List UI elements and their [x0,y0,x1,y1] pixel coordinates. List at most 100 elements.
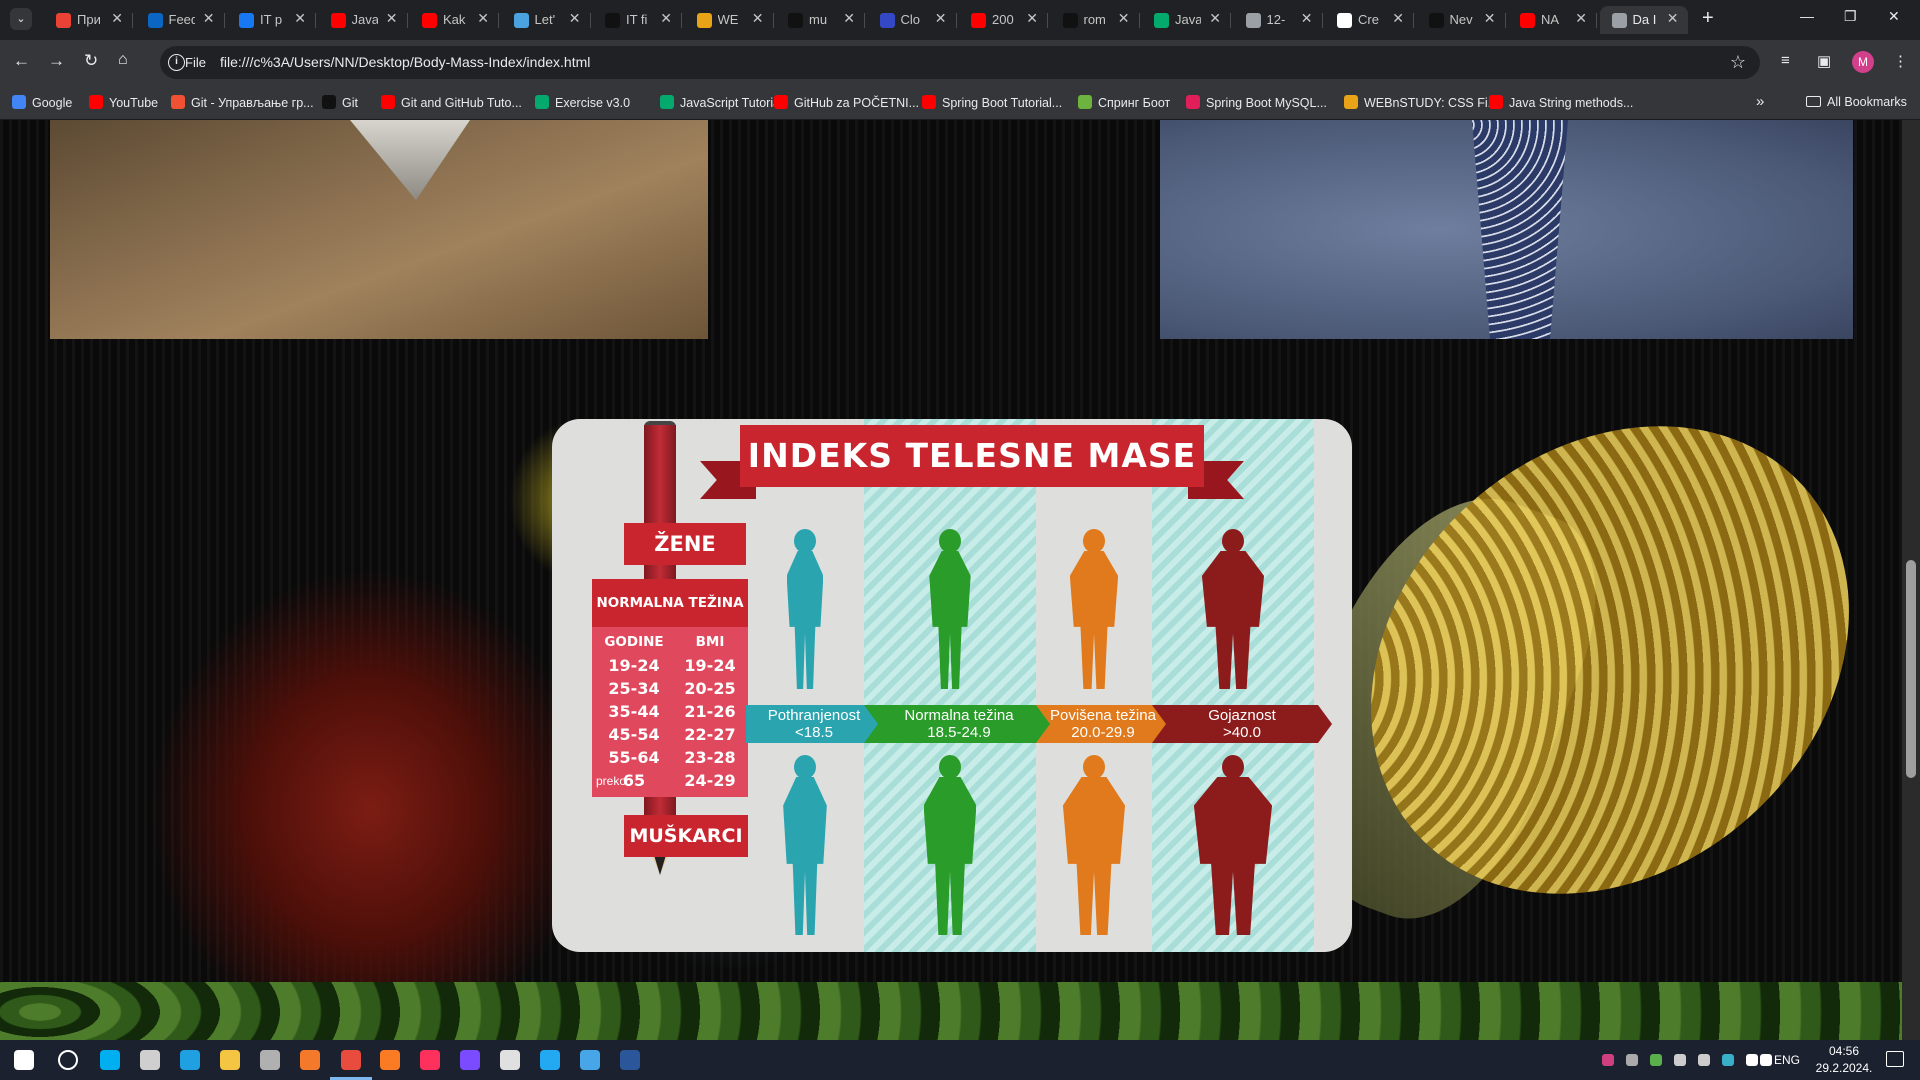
tab-5[interactable]: Let' ✕ [502,6,591,34]
tray-icon-6[interactable] [1722,1054,1734,1066]
site-info-icon[interactable]: i [168,54,185,71]
volume-icon[interactable] [1760,1054,1772,1066]
word-icon[interactable] [620,1050,640,1070]
reload-icon[interactable]: ↻ [84,51,98,71]
url-scheme-chip[interactable]: File [185,55,206,70]
tab-7[interactable]: WE ✕ [685,6,774,34]
media-control-icon[interactable]: ≡ [1781,52,1790,69]
tab-1[interactable]: Feed ✕ [136,6,225,34]
tab-0[interactable]: При ✕ [44,6,133,34]
tray-icon-3[interactable] [1650,1054,1662,1066]
tab-3[interactable]: Java ✕ [319,6,408,34]
clock-date[interactable]: 29.2.2024. [1804,1061,1884,1075]
bookmark-item[interactable]: YouTube [89,95,158,110]
language-indicator[interactable]: ENG [1774,1053,1800,1067]
close-tab-icon[interactable]: ✕ [386,10,398,27]
minimize-icon[interactable]: — [1800,8,1814,24]
bookmark-item[interactable]: Git - Управљање гр... [171,95,314,110]
blender-icon[interactable] [300,1050,320,1070]
side-panel-icon[interactable]: ▣ [1817,52,1831,70]
close-tab-icon[interactable]: ✕ [1667,10,1679,27]
tray-icon-4[interactable] [1674,1054,1686,1066]
edge-icon[interactable] [180,1050,200,1070]
tray-icon-2[interactable] [1626,1054,1638,1066]
skype-icon[interactable] [100,1050,120,1070]
tab-search-button[interactable]: ⌄ [10,8,32,30]
tab-11[interactable]: rom ✕ [1051,6,1140,34]
bookmark-item[interactable]: Exercise v3.0 [535,95,630,110]
chrome-icon[interactable] [341,1050,361,1070]
close-tab-icon[interactable]: ✕ [660,10,672,27]
scrollbar-thumb[interactable] [1906,560,1916,778]
file-explorer-icon[interactable] [220,1050,240,1070]
menu-icon[interactable]: ⋮ [1893,52,1908,70]
bookmark-item[interactable]: JavaScript Tutorial [660,95,783,110]
outlook-express-icon[interactable] [580,1050,600,1070]
tab-4[interactable]: Kak ✕ [410,6,499,34]
vscode-icon[interactable] [540,1050,560,1070]
close-tab-icon[interactable]: ✕ [1301,10,1313,27]
notifications-icon[interactable] [1886,1051,1904,1067]
windows-start-icon[interactable] [14,1050,34,1070]
close-tab-icon[interactable]: ✕ [203,10,215,27]
search-icon[interactable] [58,1050,78,1070]
bookmark-item[interactable]: Спринг Боот [1078,95,1170,110]
forward-icon[interactable]: → [48,51,65,71]
tray-icon-1[interactable] [1602,1054,1614,1066]
bookmark-item[interactable]: Java String methods... [1489,95,1633,110]
close-tab-icon[interactable]: ✕ [752,10,764,27]
bookmark-item[interactable]: GitHub za POČETNI... [774,95,919,110]
bookmark-item[interactable]: Google [12,95,72,110]
vpn-icon[interactable] [500,1050,520,1070]
close-window-icon[interactable]: ✕ [1888,8,1900,25]
bookmark-item[interactable]: Spring Boot Tutorial... [922,95,1062,110]
close-tab-icon[interactable]: ✕ [935,10,947,27]
tab-6[interactable]: IT fi ✕ [593,6,682,34]
tab-14[interactable]: Cre ✕ [1325,6,1414,34]
tab-10[interactable]: 200 ✕ [959,6,1048,34]
close-tab-icon[interactable]: ✕ [477,10,489,27]
home-icon[interactable]: ⌂ [118,51,128,69]
url-text[interactable]: file:///c%3A/Users/NN/Desktop/Body-Mass-… [220,54,590,70]
tab-16[interactable]: NA ✕ [1508,6,1597,34]
network-icon[interactable] [1746,1054,1758,1066]
tab-17[interactable]: Da I ✕ [1599,6,1688,34]
restore-icon[interactable]: ❐ [1844,8,1857,25]
tab-separator [1596,13,1597,28]
tab-8[interactable]: mu ✕ [776,6,865,34]
close-tab-icon[interactable]: ✕ [1209,10,1221,27]
scrollbar[interactable] [1902,120,1920,1040]
intellij-alt-icon[interactable] [460,1050,480,1070]
back-icon[interactable]: ← [13,51,30,71]
xampp-icon[interactable] [380,1050,400,1070]
close-tab-icon[interactable]: ✕ [294,10,306,27]
close-tab-icon[interactable]: ✕ [843,10,855,27]
close-tab-icon[interactable]: ✕ [569,10,581,27]
clock-time[interactable]: 04:56 [1818,1044,1870,1058]
bookmark-item[interactable]: WEBnSTUDY: CSS Fi... [1344,95,1498,110]
bookmark-item[interactable]: Git [322,95,358,110]
camera-app-icon[interactable] [140,1050,160,1070]
intellij-icon[interactable] [420,1050,440,1070]
close-tab-icon[interactable]: ✕ [1026,10,1038,27]
all-bookmarks-button[interactable]: All Bookmarks [1806,95,1907,109]
bookmark-item[interactable]: Spring Boot MySQL... [1186,95,1327,110]
tab-2[interactable]: IT p ✕ [227,6,316,34]
bookmark-star-icon[interactable]: ☆ [1730,52,1746,73]
new-tab-button[interactable]: + [1702,7,1714,30]
close-tab-icon[interactable]: ✕ [1118,10,1130,27]
more-bookmarks-icon[interactable]: » [1756,93,1764,110]
close-tab-icon[interactable]: ✕ [1392,10,1404,27]
address-bar[interactable]: i File file:///c%3A/Users/NN/Desktop/Bod… [160,46,1760,79]
tab-9[interactable]: Clo ✕ [868,6,957,34]
tab-13[interactable]: 12- ✕ [1234,6,1323,34]
tray-icon-5[interactable] [1698,1054,1710,1066]
close-tab-icon[interactable]: ✕ [1484,10,1496,27]
tab-12[interactable]: Java ✕ [1142,6,1231,34]
profile-avatar[interactable]: M [1852,51,1874,73]
bookmark-item[interactable]: Git and GitHub Tuto... [381,95,522,110]
close-tab-icon[interactable]: ✕ [111,10,123,27]
close-tab-icon[interactable]: ✕ [1575,10,1587,27]
database-icon[interactable] [260,1050,280,1070]
tab-15[interactable]: Nev ✕ [1417,6,1506,34]
